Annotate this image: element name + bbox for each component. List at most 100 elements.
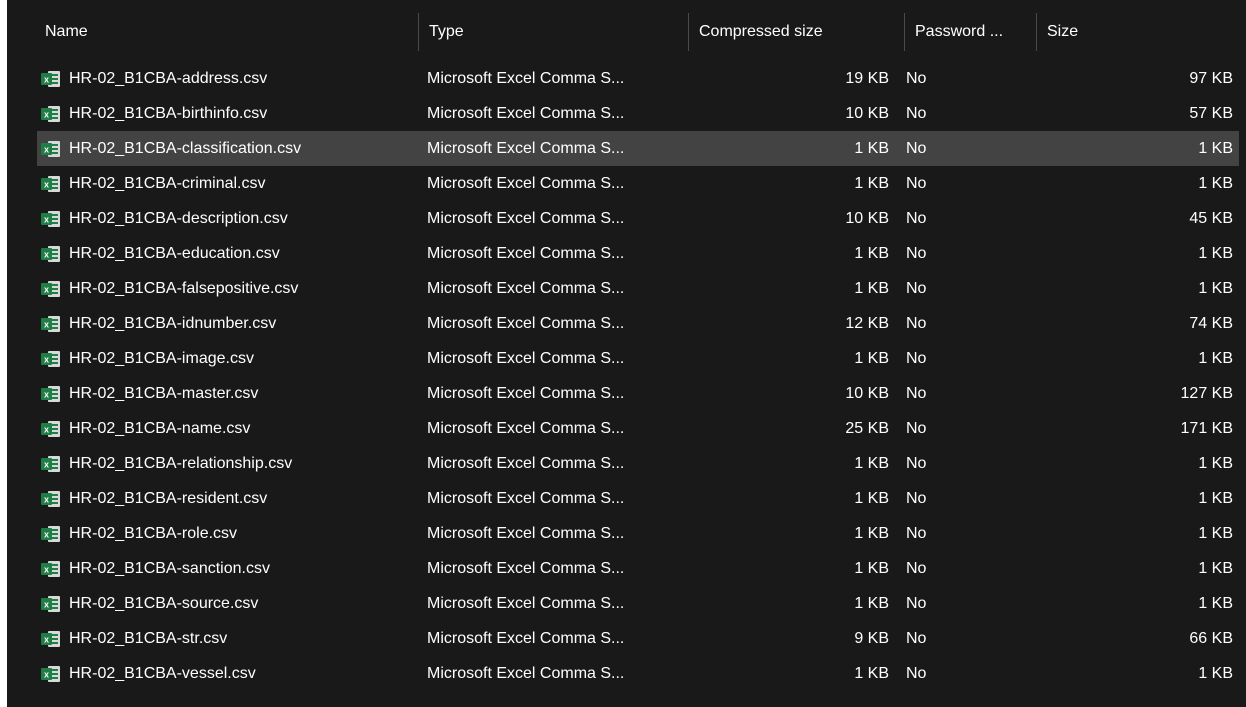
svg-text:x: x xyxy=(44,634,49,644)
column-header-compressed-size[interactable]: Compressed size xyxy=(688,13,904,51)
file-row[interactable]: x HR-02_B1CBA-education.csv Microsoft Ex… xyxy=(37,236,1239,271)
file-compressed-size: 1 KB xyxy=(854,349,889,367)
file-row[interactable]: x HR-02_B1CBA-address.csv Microsoft Exce… xyxy=(37,61,1239,96)
file-name-cell: x HR-02_B1CBA-birthinfo.csv xyxy=(37,105,421,123)
file-row[interactable]: x HR-02_B1CBA-role.csv Microsoft Excel C… xyxy=(37,516,1239,551)
file-compressed-size: 1 KB xyxy=(854,524,889,542)
file-name-cell: x HR-02_B1CBA-image.csv xyxy=(37,350,421,368)
column-header-password[interactable]: Password ... xyxy=(904,13,1036,51)
file-compressed-size: 1 KB xyxy=(854,489,889,507)
file-type: Microsoft Excel Comma S... xyxy=(427,314,625,332)
file-password: No xyxy=(906,384,927,402)
excel-csv-file-icon: x xyxy=(41,350,61,368)
file-name-cell: x HR-02_B1CBA-str.csv xyxy=(37,630,421,648)
file-password: No xyxy=(906,629,927,647)
svg-text:x: x xyxy=(44,494,49,504)
file-row[interactable]: x HR-02_B1CBA-master.csv Microsoft Excel… xyxy=(37,376,1239,411)
file-row[interactable]: x HR-02_B1CBA-resident.csv Microsoft Exc… xyxy=(37,481,1239,516)
excel-csv-file-icon: x xyxy=(41,280,61,298)
file-row[interactable]: x HR-02_B1CBA-str.csv Microsoft Excel Co… xyxy=(37,621,1239,656)
svg-text:x: x xyxy=(44,354,49,364)
file-password: No xyxy=(906,419,927,437)
file-password: No xyxy=(906,454,927,472)
svg-text:x: x xyxy=(44,179,49,189)
file-row[interactable]: x HR-02_B1CBA-relationship.csv Microsoft… xyxy=(37,446,1239,481)
column-header-compressed-size-label: Compressed size xyxy=(699,23,823,40)
file-type: Microsoft Excel Comma S... xyxy=(427,384,625,402)
file-row[interactable]: x HR-02_B1CBA-idnumber.csv Microsoft Exc… xyxy=(37,306,1239,341)
file-row[interactable]: x HR-02_B1CBA-birthinfo.csv Microsoft Ex… xyxy=(37,96,1239,131)
excel-csv-file-icon: x xyxy=(41,385,61,403)
window-left-edge xyxy=(0,0,7,707)
svg-text:x: x xyxy=(44,74,49,84)
file-name: HR-02_B1CBA-relationship.csv xyxy=(69,454,293,472)
svg-text:x: x xyxy=(44,599,49,609)
svg-text:x: x xyxy=(44,144,49,154)
excel-csv-file-icon: x xyxy=(41,560,61,578)
file-name: HR-02_B1CBA-str.csv xyxy=(69,629,228,647)
column-header-size[interactable]: Size xyxy=(1036,13,1246,51)
file-name: HR-02_B1CBA-description.csv xyxy=(69,209,288,227)
file-password: No xyxy=(906,209,927,227)
file-type: Microsoft Excel Comma S... xyxy=(427,174,625,192)
file-compressed-size: 1 KB xyxy=(854,664,889,682)
file-type: Microsoft Excel Comma S... xyxy=(427,524,625,542)
file-row[interactable]: x HR-02_B1CBA-falsepositive.csv Microsof… xyxy=(37,271,1239,306)
file-password: No xyxy=(906,489,927,507)
file-compressed-size: 1 KB xyxy=(854,139,889,157)
column-header-name[interactable]: ^ Name xyxy=(7,13,418,51)
file-password: No xyxy=(906,174,927,192)
file-compressed-size: 19 KB xyxy=(845,69,889,87)
file-name-cell: x HR-02_B1CBA-education.csv xyxy=(37,245,421,263)
excel-csv-file-icon: x xyxy=(41,525,61,543)
file-compressed-size: 9 KB xyxy=(854,629,889,647)
file-size: 1 KB xyxy=(1198,594,1233,612)
file-size: 171 KB xyxy=(1180,419,1233,437)
file-list: x HR-02_B1CBA-address.csv Microsoft Exce… xyxy=(37,61,1239,691)
file-size: 1 KB xyxy=(1198,244,1233,262)
file-row[interactable]: x HR-02_B1CBA-name.csv Microsoft Excel C… xyxy=(37,411,1239,446)
svg-text:x: x xyxy=(44,564,49,574)
file-size: 1 KB xyxy=(1198,174,1233,192)
file-row[interactable]: x HR-02_B1CBA-vessel.csv Microsoft Excel… xyxy=(37,656,1239,691)
file-row[interactable]: x HR-02_B1CBA-image.csv Microsoft Excel … xyxy=(37,341,1239,376)
svg-text:x: x xyxy=(44,389,49,399)
file-name-cell: x HR-02_B1CBA-name.csv xyxy=(37,420,421,438)
column-header-password-label: Password ... xyxy=(915,23,1004,40)
excel-csv-file-icon: x xyxy=(41,140,61,158)
file-name-cell: x HR-02_B1CBA-master.csv xyxy=(37,385,421,403)
file-name: HR-02_B1CBA-classification.csv xyxy=(69,139,302,157)
file-row[interactable]: x HR-02_B1CBA-criminal.csv Microsoft Exc… xyxy=(37,166,1239,201)
file-name: HR-02_B1CBA-name.csv xyxy=(69,419,251,437)
file-compressed-size: 10 KB xyxy=(845,104,889,122)
excel-csv-file-icon: x xyxy=(41,420,61,438)
column-header-row: ^ Name Type Compressed size Password ...… xyxy=(7,13,1246,51)
file-size: 1 KB xyxy=(1198,664,1233,682)
file-name: HR-02_B1CBA-idnumber.csv xyxy=(69,314,277,332)
excel-csv-file-icon: x xyxy=(41,490,61,508)
file-name: HR-02_B1CBA-vessel.csv xyxy=(69,664,256,682)
column-header-type[interactable]: Type xyxy=(418,13,688,51)
file-type: Microsoft Excel Comma S... xyxy=(427,279,625,297)
file-row[interactable]: x HR-02_B1CBA-sanction.csv Microsoft Exc… xyxy=(37,551,1239,586)
file-password: No xyxy=(906,244,927,262)
file-compressed-size: 1 KB xyxy=(854,174,889,192)
file-compressed-size: 12 KB xyxy=(845,314,889,332)
file-password: No xyxy=(906,524,927,542)
svg-text:x: x xyxy=(44,424,49,434)
file-size: 57 KB xyxy=(1189,104,1233,122)
excel-csv-file-icon: x xyxy=(41,175,61,193)
file-password: No xyxy=(906,559,927,577)
file-password: No xyxy=(906,314,927,332)
file-name: HR-02_B1CBA-source.csv xyxy=(69,594,259,612)
file-password: No xyxy=(906,69,927,87)
file-name-cell: x HR-02_B1CBA-resident.csv xyxy=(37,490,421,508)
file-name-cell: x HR-02_B1CBA-criminal.csv xyxy=(37,175,421,193)
file-name: HR-02_B1CBA-resident.csv xyxy=(69,489,268,507)
file-row[interactable]: x HR-02_B1CBA-source.csv Microsoft Excel… xyxy=(37,586,1239,621)
file-name-cell: x HR-02_B1CBA-address.csv xyxy=(37,70,421,88)
file-name: HR-02_B1CBA-role.csv xyxy=(69,524,238,542)
file-type: Microsoft Excel Comma S... xyxy=(427,629,625,647)
file-row[interactable]: x HR-02_B1CBA-description.csv Microsoft … xyxy=(37,201,1239,236)
file-row[interactable]: x HR-02_B1CBA-classification.csv Microso… xyxy=(37,131,1239,166)
